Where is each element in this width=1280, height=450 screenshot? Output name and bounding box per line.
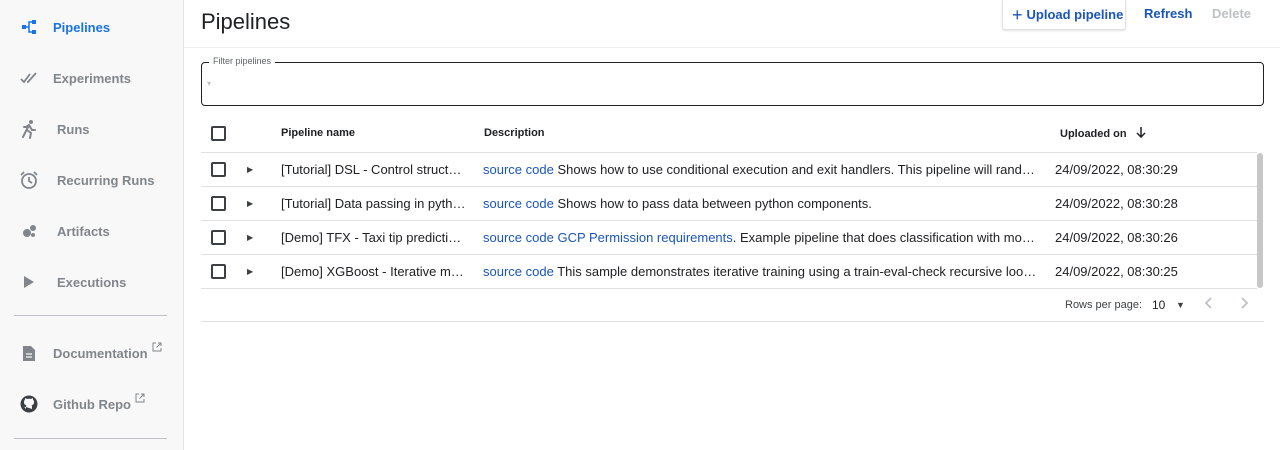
row-checkbox[interactable] [211, 196, 226, 211]
uploaded-on: 24/09/2022, 08:30:25 [1055, 264, 1178, 279]
sidebar-divider [14, 438, 167, 439]
column-header-pipeline-name[interactable]: Pipeline name [281, 127, 355, 139]
pipeline-name[interactable]: [Demo] XGBoost - Iterative model trainin… [281, 264, 466, 279]
rows-per-page-select[interactable]: 10 [1152, 298, 1165, 312]
sidebar: Pipelines Experiments Runs Recurring Run… [0, 0, 184, 450]
artifacts-icon [19, 221, 39, 241]
sidebar-link-github[interactable]: Github Repo [0, 384, 184, 424]
upload-pipeline-button[interactable]: + Upload pipeline [1002, 0, 1126, 30]
alarm-clock-icon [19, 170, 39, 190]
select-all-checkbox[interactable] [211, 126, 226, 141]
description-text: Shows how to pass data between python co… [553, 196, 872, 211]
sidebar-item-label: Experiments [53, 70, 132, 86]
table-scrollbar[interactable] [1257, 153, 1263, 288]
sidebar-item-label: Executions [57, 274, 127, 290]
refresh-button[interactable]: Refresh [1144, 6, 1192, 21]
sort-descending-icon [1136, 127, 1146, 141]
uploaded-on: 24/09/2022, 08:30:29 [1055, 162, 1178, 177]
sidebar-item-label: Runs [57, 121, 90, 137]
uploaded-on: 24/09/2022, 08:30:28 [1055, 196, 1178, 211]
table-footer-divider [201, 321, 1264, 322]
sidebar-item-experiments[interactable]: Experiments [0, 58, 184, 98]
sidebar-link-documentation[interactable]: Documentation [0, 333, 184, 373]
table-row[interactable]: ▶ [Demo] XGBoost - Iterative model train… [201, 255, 1257, 289]
plus-icon: + [1012, 4, 1023, 25]
chevron-down-icon[interactable]: ▼ [1176, 300, 1185, 310]
rows-per-page-label: Rows per page: [1065, 299, 1143, 311]
row-checkbox[interactable] [211, 230, 226, 245]
sidebar-item-label: Recurring Runs [57, 172, 155, 188]
filter-label: Filter pipelines [209, 56, 276, 66]
sidebar-item-recurring-runs[interactable]: Recurring Runs [0, 160, 184, 200]
next-page-button[interactable] [1240, 296, 1250, 315]
documentation-label: Documentation [53, 345, 148, 361]
experiments-icon [19, 68, 39, 88]
uploaded-on: 24/09/2022, 08:30:26 [1055, 230, 1178, 245]
source-code-link[interactable]: source code [483, 264, 554, 279]
sidebar-link-label: Github Repo [53, 393, 145, 412]
column-header-uploaded-on[interactable]: Uploaded on [1060, 127, 1146, 141]
pipeline-description: source code This sample demonstrates ite… [483, 264, 1038, 279]
filter-caret-icon: ▾ [207, 79, 212, 88]
upload-pipeline-label: Upload pipeline [1026, 7, 1124, 22]
expand-row-icon[interactable]: ▶ [247, 199, 253, 208]
delete-button[interactable]: Delete [1212, 6, 1251, 21]
github-icon [19, 394, 39, 414]
sidebar-item-executions[interactable]: Executions [0, 262, 184, 302]
gcp-permission-link[interactable]: GCP Permission requirements [557, 230, 732, 245]
chevron-left-icon [1204, 297, 1212, 309]
row-checkbox[interactable] [211, 264, 226, 279]
github-label: Github Repo [53, 396, 131, 412]
external-link-icon [135, 391, 145, 406]
sidebar-divider [14, 315, 167, 316]
table-row[interactable]: ▶ [Tutorial] DSL - Control structures so… [201, 153, 1257, 187]
pipeline-name[interactable]: [Tutorial] DSL - Control structures [281, 162, 466, 177]
table-row[interactable]: ▶ [Demo] TFX - Taxi tip prediction model… [201, 221, 1257, 255]
filter-pipelines-input[interactable] [220, 72, 1250, 98]
sidebar-item-pipelines[interactable]: Pipelines [0, 7, 184, 47]
description-text: . Example pipeline that does classificat… [732, 230, 1038, 245]
row-checkbox[interactable] [211, 162, 226, 177]
pipeline-name[interactable]: [Demo] TFX - Taxi tip prediction model t… [281, 230, 466, 245]
pipeline-description: source code Shows how to pass data betwe… [483, 196, 1038, 211]
expand-row-icon[interactable]: ▶ [247, 267, 253, 276]
expand-row-icon[interactable]: ▶ [247, 233, 253, 242]
sidebar-item-artifacts[interactable]: Artifacts [0, 211, 184, 251]
description-text: Shows how to use conditional execution a… [557, 162, 1038, 177]
page-title: Pipelines [201, 9, 291, 34]
sidebar-item-label: Pipelines [53, 19, 111, 35]
pipeline-description: source code GCP Permission requirements.… [483, 230, 1038, 245]
app-window: Pipelines Experiments Runs Recurring Run… [0, 0, 1280, 450]
previous-page-button[interactable] [1203, 296, 1213, 315]
source-code-link[interactable]: source code [483, 162, 554, 177]
sidebar-item-label: Artifacts [57, 223, 110, 239]
table-row[interactable]: ▶ [Tutorial] Data passing in python comp… [201, 187, 1257, 221]
pipeline-name[interactable]: [Tutorial] Data passing in python compon… [281, 196, 466, 211]
document-icon [19, 343, 39, 363]
column-header-description: Description [484, 127, 545, 139]
sidebar-link-label: Documentation [53, 342, 162, 361]
source-code-link[interactable]: source code [483, 230, 554, 245]
source-code-link[interactable]: source code [483, 196, 554, 211]
expand-row-icon[interactable]: ▶ [247, 165, 253, 174]
pipelines-icon [19, 17, 39, 37]
chevron-right-icon [1241, 297, 1249, 309]
pipeline-description: source code Shows how to use conditional… [483, 162, 1038, 177]
play-icon [19, 272, 39, 292]
runs-icon [19, 119, 39, 139]
external-link-icon [152, 340, 162, 355]
sidebar-item-runs[interactable]: Runs [0, 109, 184, 149]
uploaded-on-label: Uploaded on [1060, 127, 1127, 140]
description-text: This sample demonstrates iterative train… [557, 264, 1038, 279]
header-divider [184, 47, 1280, 48]
